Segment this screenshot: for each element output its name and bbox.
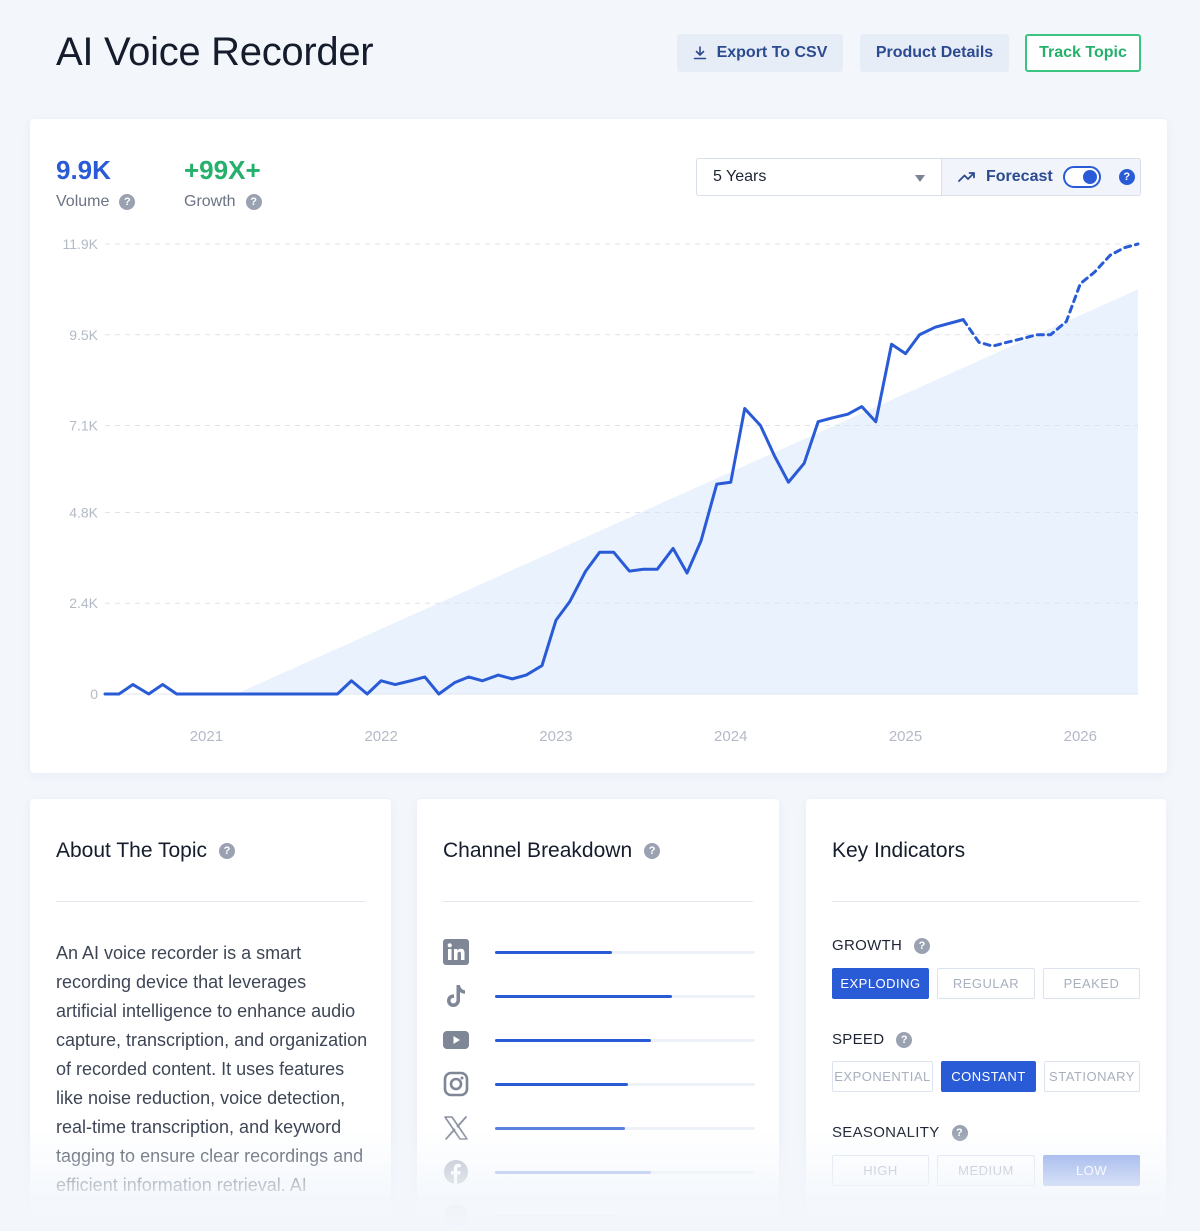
key-indicators-title-label: Key Indicators <box>832 839 966 862</box>
key-indicators-card: Key Indicators GROWTH ? EXPLODING REGULA… <box>806 799 1166 1231</box>
y-tick-label: 4.8K <box>69 504 98 520</box>
about-topic-card: About The Topic ? An AI voice recorder i… <box>30 799 391 1231</box>
channel-row-pinterest <box>443 1203 755 1231</box>
x-tick-label: 2022 <box>364 728 397 745</box>
channel-row-instagram <box>443 1071 755 1101</box>
channel-bar-track <box>495 1215 755 1218</box>
seasonality-option-medium[interactable]: MEDIUM <box>937 1155 1035 1186</box>
channel-bar-fill <box>495 1039 651 1042</box>
speed-option-constant[interactable]: CONSTANT <box>941 1061 1036 1092</box>
x-tick-label: 2021 <box>190 728 223 745</box>
export-csv-button[interactable]: Export To CSV <box>677 34 843 72</box>
about-description: An AI voice recorder is a smart recordin… <box>56 943 368 1195</box>
seasonality-option-low[interactable]: LOW <box>1043 1155 1140 1186</box>
growth-option-exploding[interactable]: EXPLODING <box>832 968 929 999</box>
speed-indicator-text: SPEED <box>832 1031 885 1048</box>
download-icon <box>693 46 706 60</box>
tiktok-icon <box>447 985 465 1007</box>
growth-option-regular[interactable]: REGULAR <box>937 968 1035 999</box>
channel-bar-track <box>495 1083 755 1086</box>
seasonality-option-high[interactable]: HIGH <box>832 1155 929 1186</box>
channel-row-youtube <box>443 1027 755 1057</box>
x-icon <box>444 1116 468 1140</box>
channel-breakdown-card: Channel Breakdown ? <box>417 799 779 1231</box>
track-topic-button[interactable]: Track Topic <box>1025 34 1141 72</box>
help-icon[interactable]: ? <box>951 1124 968 1141</box>
speed-indicator-label: SPEED ? <box>832 1031 913 1048</box>
channel-bar-fill <box>495 951 612 954</box>
about-title: About The Topic ? <box>56 839 235 863</box>
export-csv-label: Export To CSV <box>716 44 828 61</box>
channel-bar-track <box>495 951 755 954</box>
channel-bar-fill <box>495 1127 625 1130</box>
speed-option-stationary[interactable]: STATIONARY <box>1044 1061 1140 1092</box>
channel-bar-fill <box>495 1215 620 1218</box>
channel-bar-fill <box>495 995 672 998</box>
growth-option-peaked[interactable]: PEAKED <box>1043 968 1140 999</box>
growth-indicator-label: GROWTH ? <box>832 937 931 954</box>
channel-title-label: Channel Breakdown <box>443 839 633 862</box>
product-details-button[interactable]: Product Details <box>860 34 1009 72</box>
x-tick-label: 2023 <box>539 728 572 745</box>
x-tick-label: 2024 <box>714 728 747 745</box>
facebook-icon <box>444 1160 468 1184</box>
help-icon[interactable]: ? <box>896 1031 913 1048</box>
trend-chart: 0 2.4K 4.8K 7.1K 9.5K 11.9K 2021 2022 2023 2024 20… <box>62 236 1140 745</box>
about-title-label: About The Topic <box>56 839 207 862</box>
track-topic-label: Track Topic <box>1039 44 1127 61</box>
pinterest-icon <box>444 1204 468 1228</box>
seasonality-indicator-label: SEASONALITY ? <box>832 1124 968 1141</box>
divider <box>56 901 365 902</box>
help-icon[interactable]: ? <box>219 843 235 859</box>
divider <box>832 901 1140 902</box>
y-tick-label: 2.4K <box>69 595 98 611</box>
divider <box>443 901 753 902</box>
page-title: AI Voice Recorder <box>56 30 374 74</box>
seasonality-indicator-text: SEASONALITY <box>832 1124 940 1141</box>
channel-bar-track <box>495 1127 755 1130</box>
linkedin-icon <box>443 939 469 965</box>
key-indicators-title: Key Indicators <box>832 839 965 863</box>
channel-row-linkedin <box>443 939 755 969</box>
channel-bar-fill <box>495 1083 628 1086</box>
speed-option-exponential[interactable]: EXPONENTIAL <box>832 1061 933 1092</box>
help-icon[interactable]: ? <box>914 937 931 954</box>
channel-bar-track <box>495 995 755 998</box>
channel-row-tiktok <box>443 983 755 1013</box>
channel-bar-fill <box>495 1171 651 1174</box>
trend-area <box>236 289 1138 694</box>
y-tick-label: 9.5K <box>69 327 98 343</box>
page-header: AI Voice Recorder Export To CSV Product … <box>0 0 1200 110</box>
growth-indicator-text: GROWTH <box>832 937 903 954</box>
y-tick-label: 7.1K <box>69 418 98 434</box>
youtube-icon <box>443 1031 469 1049</box>
y-tick-label: 11.9K <box>62 236 98 252</box>
channel-bar-track <box>495 1039 755 1042</box>
channel-row-x <box>443 1115 755 1145</box>
trend-chart-card: 9.9K Volume ? +99X+ Growth ? 5 Years For… <box>30 119 1167 773</box>
help-icon[interactable]: ? <box>644 843 661 859</box>
y-tick-label: 0 <box>90 686 98 702</box>
x-tick-label: 2025 <box>889 728 922 745</box>
channel-bar-track <box>495 1171 755 1174</box>
instagram-icon <box>443 1071 469 1097</box>
channel-row-facebook <box>443 1159 755 1189</box>
product-details-label: Product Details <box>875 44 994 61</box>
channel-title: Channel Breakdown ? <box>443 839 661 863</box>
x-tick-label: 2026 <box>1064 728 1097 745</box>
